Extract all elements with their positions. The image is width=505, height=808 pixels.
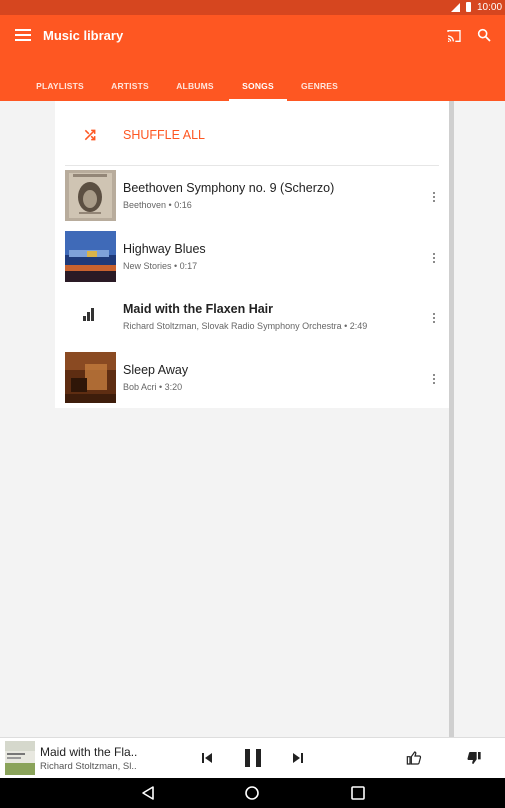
- tab-songs[interactable]: SONGS: [229, 80, 287, 101]
- status-time: 10:00: [477, 2, 503, 13]
- more-vert-icon[interactable]: [432, 192, 436, 204]
- song-row-now-playing[interactable]: Maid with the Flaxen Hair Richard Stoltz…: [55, 289, 449, 349]
- song-subtitle: Beethoven • 0:16: [123, 200, 192, 210]
- song-title: Beethoven Symphony no. 9 (Scherzo): [123, 181, 335, 195]
- shuffle-all-label: SHUFFLE ALL: [123, 128, 205, 142]
- more-vert-icon[interactable]: [432, 253, 436, 265]
- song-list: SHUFFLE ALL Beethoven Symphony no. 9 (Sc…: [55, 101, 449, 408]
- now-playing-title: Maid with the Fla..: [40, 745, 138, 759]
- tab-label: PLAYLISTS: [36, 81, 84, 91]
- cast-icon[interactable]: [446, 28, 462, 44]
- shuffle-icon: [84, 129, 96, 141]
- recents-icon[interactable]: [350, 785, 366, 801]
- tab-bar: PLAYLISTS ARTISTS ALBUMS SONGS GENRES: [0, 80, 505, 101]
- menu-icon[interactable]: [15, 29, 31, 43]
- song-subtitle: Richard Stoltzman, Slovak Radio Symphony…: [123, 321, 368, 331]
- home-icon[interactable]: [244, 785, 260, 801]
- page-title: Music library: [43, 28, 124, 43]
- thumb-down-icon[interactable]: [466, 750, 482, 766]
- song-subtitle: New Stories • 0:17: [123, 261, 198, 271]
- pause-icon[interactable]: [244, 749, 262, 767]
- shuffle-all-button[interactable]: SHUFFLE ALL: [55, 101, 449, 165]
- tab-artists[interactable]: ARTISTS: [106, 80, 154, 101]
- now-playing-bar[interactable]: Maid with the Fla.. Richard Stoltzman, S…: [0, 737, 505, 779]
- tab-label: ALBUMS: [176, 81, 214, 91]
- tab-label: ARTISTS: [111, 81, 149, 91]
- signal-icon: [451, 3, 460, 12]
- album-art: [65, 231, 116, 282]
- song-title: Maid with the Flaxen Hair: [123, 302, 274, 316]
- search-icon[interactable]: [476, 27, 492, 43]
- song-row[interactable]: Beethoven Symphony no. 9 (Scherzo) Beeth…: [55, 168, 449, 228]
- now-playing-artist: Richard Stoltzman, Sl..: [40, 761, 137, 772]
- song-row[interactable]: Sleep Away Bob Acri • 3:20: [55, 350, 449, 410]
- tab-albums[interactable]: ALBUMS: [171, 80, 219, 101]
- system-nav-bar: [0, 778, 505, 808]
- tab-label: GENRES: [300, 81, 339, 91]
- equalizer-icon: [83, 308, 94, 321]
- album-art: [5, 741, 35, 775]
- song-row[interactable]: Highway Blues New Stories • 0:17: [55, 229, 449, 289]
- album-art: [65, 352, 116, 403]
- song-title: Highway Blues: [123, 242, 206, 256]
- album-art: [65, 170, 116, 221]
- more-vert-icon[interactable]: [432, 374, 436, 386]
- tab-genres[interactable]: GENRES: [297, 80, 342, 101]
- status-bar: 10:00: [0, 0, 505, 15]
- song-subtitle: Bob Acri • 3:20: [123, 382, 183, 392]
- back-icon[interactable]: [140, 785, 156, 801]
- tab-label: SONGS: [242, 81, 274, 91]
- song-title: Sleep Away: [123, 363, 189, 377]
- skip-next-icon[interactable]: [292, 752, 304, 764]
- thumb-up-icon[interactable]: [406, 750, 422, 766]
- divider: [65, 165, 439, 166]
- tab-playlists[interactable]: PLAYLISTS: [30, 80, 90, 101]
- battery-icon: [466, 2, 471, 12]
- app-bar: Music library PLAYLISTS ARTISTS ALBUMS S…: [0, 15, 505, 101]
- more-vert-icon[interactable]: [432, 313, 436, 325]
- skip-previous-icon[interactable]: [201, 752, 213, 764]
- scrollbar[interactable]: [449, 101, 454, 737]
